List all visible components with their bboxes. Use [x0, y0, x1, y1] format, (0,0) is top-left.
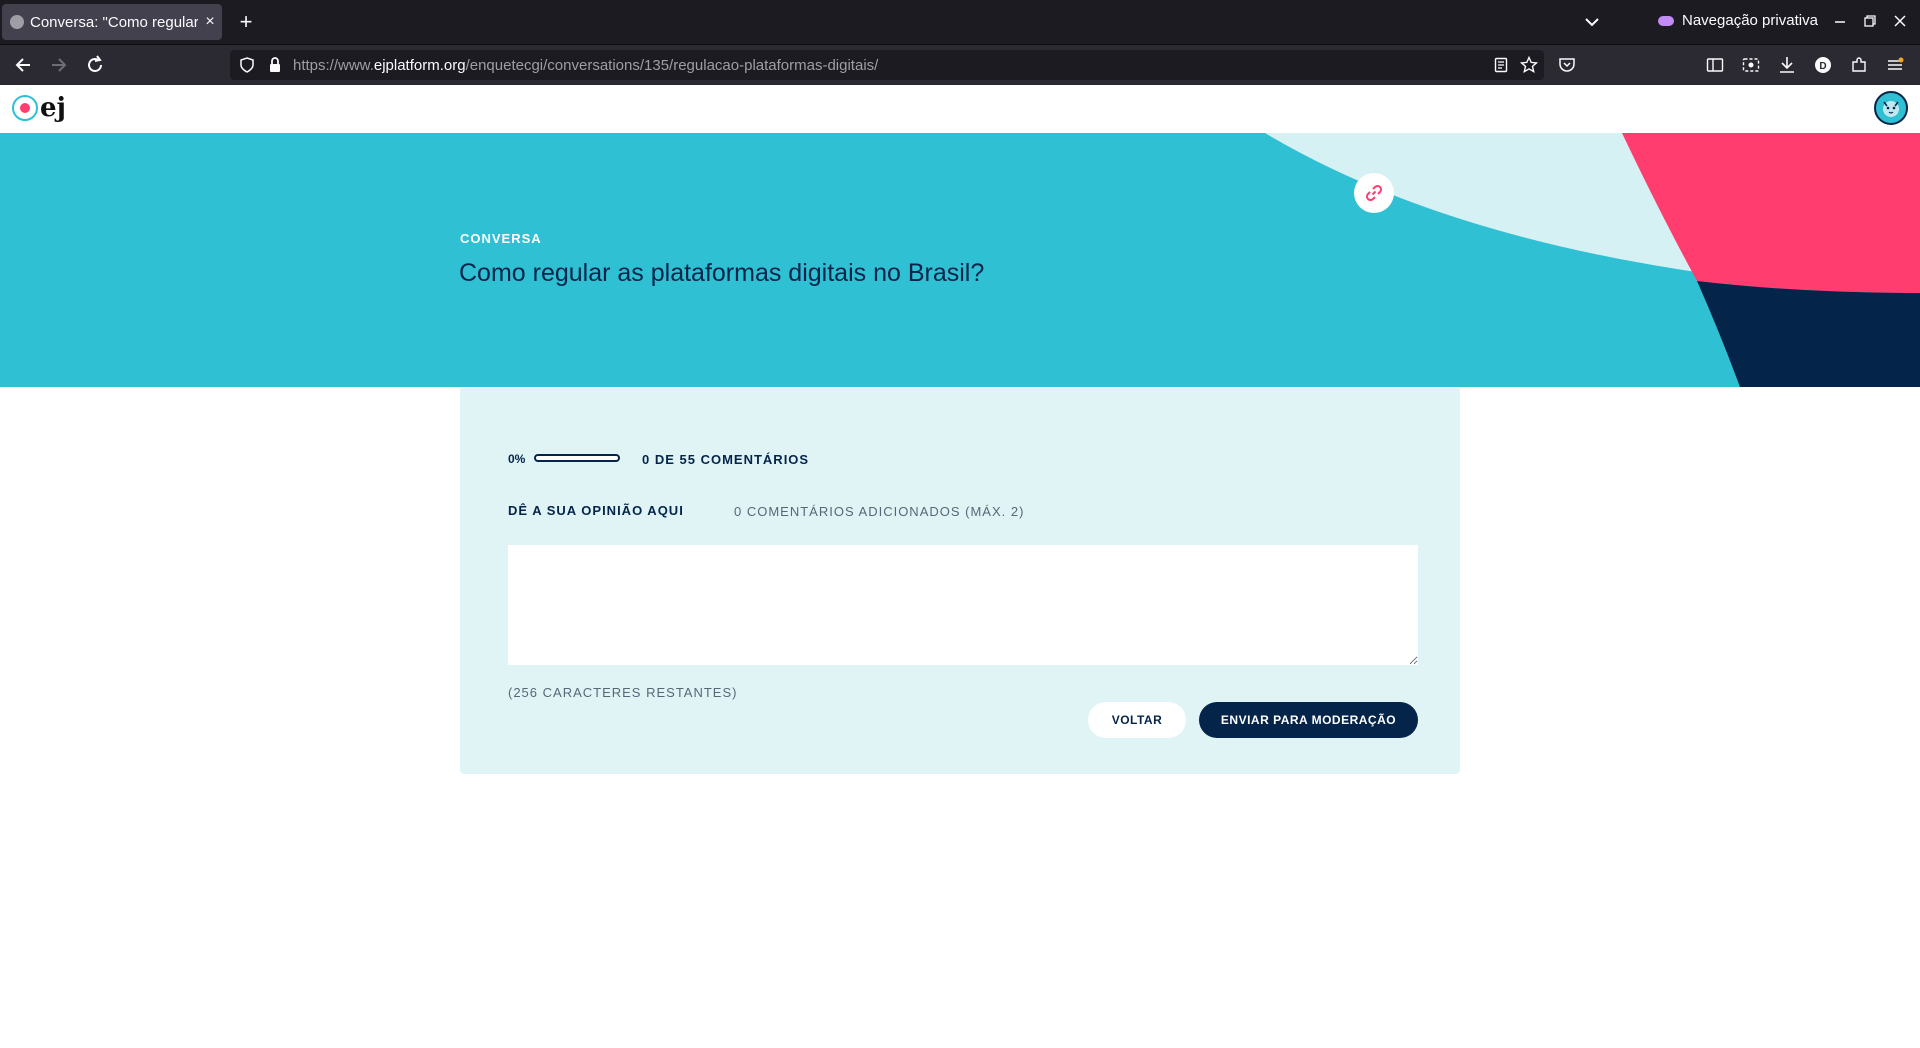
user-avatar[interactable]	[1874, 91, 1908, 125]
private-browsing-indicator: Navegação privativa	[1658, 12, 1818, 29]
url-bar[interactable]: https://www.ejplatform.org/enquetecgi/co…	[230, 50, 1544, 80]
tab-title: Conversa: "Como regular	[30, 13, 198, 31]
browser-navigation-bar: https://www.ejplatform.org/enquetecgi/co…	[0, 44, 1920, 86]
account-icon[interactable]: D	[1814, 56, 1832, 79]
url-text[interactable]: https://www.ejplatform.org/enquetecgi/co…	[293, 57, 878, 74]
progress-percent: 0%	[508, 452, 526, 466]
minimize-icon[interactable]	[1830, 12, 1850, 32]
private-browsing-label: Navegação privativa	[1682, 12, 1818, 29]
new-tab-button[interactable]: +	[232, 8, 260, 36]
private-mask-icon	[1658, 15, 1674, 26]
url-prefix: https://www.	[293, 57, 374, 74]
url-domain: ejplatform.org	[373, 57, 466, 74]
comment-panel: 0% 0 DE 55 COMENTÁRIOS DÊ A SUA OPINIÃO …	[460, 388, 1460, 774]
comment-textarea[interactable]	[508, 545, 1418, 665]
progress-bar	[534, 454, 620, 462]
forward-arrow-icon[interactable]	[44, 51, 74, 79]
extensions-puzzle-icon[interactable]	[1850, 56, 1868, 79]
avatar-cat-icon	[1883, 101, 1899, 117]
browser-tab-strip: Conversa: "Como regular × + Navegação pr…	[0, 0, 1920, 44]
pocket-icon[interactable]	[1558, 56, 1576, 79]
conversation-eyebrow: CONVERSA	[460, 231, 542, 246]
sidebar-icon[interactable]	[1706, 56, 1724, 79]
conversation-title: Como regular as plataformas digitais no …	[459, 259, 985, 287]
back-arrow-icon[interactable]	[8, 51, 38, 79]
bookmark-star-icon[interactable]	[1519, 55, 1539, 79]
site-favicon-icon	[10, 15, 24, 29]
opinion-label: DÊ A SUA OPINIÃO AQUI	[508, 503, 684, 518]
conversation-banner: CONVERSA Como regular as plataformas dig…	[0, 133, 1920, 387]
characters-remaining: (256 CARACTERES RESTANTES)	[508, 685, 738, 700]
screenshot-icon[interactable]	[1742, 56, 1760, 79]
added-comments-count: 0 COMENTÁRIOS ADICIONADOS (MÁX. 2)	[734, 504, 1025, 519]
browser-tab[interactable]: Conversa: "Como regular ×	[2, 4, 222, 40]
tab-close-icon[interactable]: ×	[198, 13, 222, 31]
tracking-protection-shield-icon[interactable]	[240, 57, 254, 78]
ej-logo-mark-icon	[12, 95, 38, 121]
app-menu-icon[interactable]	[1886, 56, 1904, 79]
list-tabs-chevron-icon[interactable]	[1580, 12, 1604, 32]
svg-text:D: D	[1819, 61, 1826, 72]
link-icon	[1365, 184, 1383, 202]
back-button[interactable]: VOLTAR	[1088, 702, 1186, 738]
url-path: /enquetecgi/conversations/135/regulacao-…	[465, 57, 879, 74]
restore-icon[interactable]	[1860, 12, 1880, 32]
site-header: ej	[0, 85, 1920, 134]
downloads-icon[interactable]	[1778, 55, 1796, 80]
lock-icon[interactable]	[268, 56, 282, 79]
ej-logo[interactable]: ej	[12, 93, 66, 123]
progress-comments-count: 0 DE 55 COMENTÁRIOS	[642, 452, 810, 467]
reader-view-icon[interactable]	[1494, 57, 1508, 78]
close-window-icon[interactable]	[1890, 12, 1910, 32]
copy-link-button[interactable]	[1354, 173, 1394, 213]
reload-icon[interactable]	[80, 51, 110, 79]
ej-logo-text: ej	[40, 93, 66, 123]
send-to-moderation-button[interactable]: ENVIAR PARA MODERAÇÃO	[1199, 702, 1418, 738]
